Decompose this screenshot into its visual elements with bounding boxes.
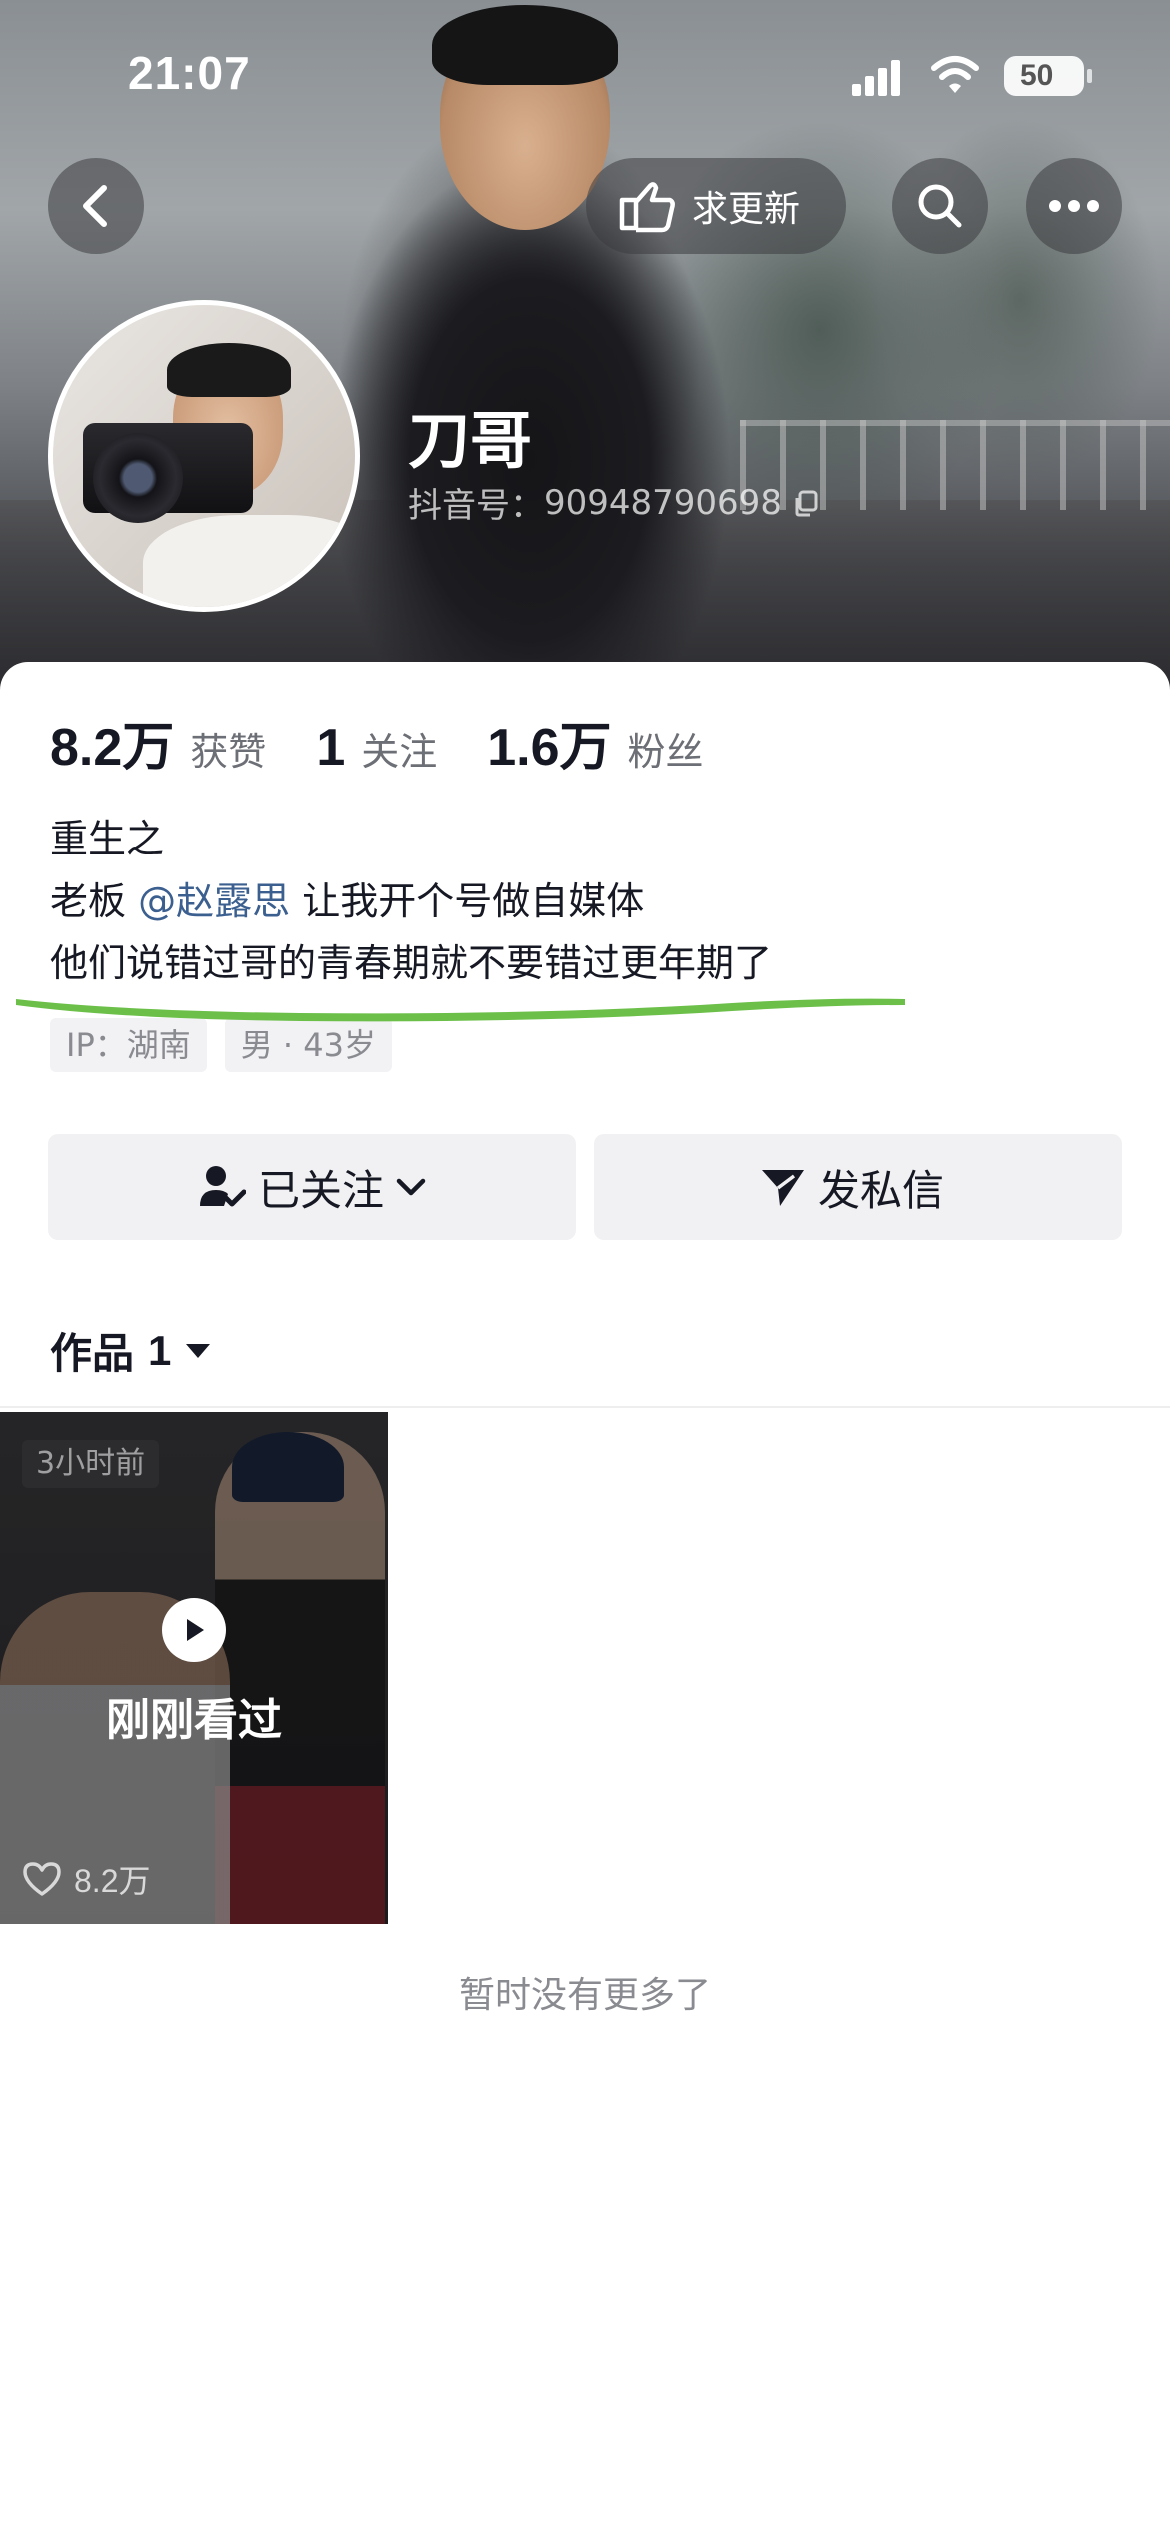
back-arrow-icon: [83, 185, 107, 227]
following-label: 已关注: [257, 1165, 384, 1215]
user-check-icon: [199, 1166, 246, 1207]
stat-followers-label: 粉丝: [627, 730, 704, 774]
banner-hair: [432, 5, 618, 85]
avatar[interactable]: [48, 300, 360, 612]
send-icon: [761, 1170, 804, 1206]
more-icon: [1049, 200, 1099, 212]
stat-followers[interactable]: 1.6万 粉丝: [487, 705, 703, 780]
message-button[interactable]: 发私信: [594, 1134, 1122, 1240]
wifi-icon: [930, 52, 980, 96]
recently-watched-label: 刚刚看过: [106, 1695, 282, 1746]
bio-line-2-prefix: 老板: [50, 879, 139, 923]
request-update-button[interactable]: 求更新: [586, 158, 846, 254]
video-likes-count: 8.2万: [74, 1863, 151, 1899]
works-tab-count: 1: [148, 1326, 172, 1374]
search-button[interactable]: [892, 158, 988, 254]
back-button[interactable]: [48, 158, 144, 254]
underline-annotation: [16, 998, 905, 1022]
request-update-label: 求更新: [692, 189, 801, 230]
bio-line-2-suffix: 让我开个号做自媒体: [290, 879, 645, 923]
stat-likes[interactable]: 8.2万 获赞: [50, 705, 266, 780]
profile-name: 刀哥: [408, 404, 533, 477]
stat-following[interactable]: 1 关注: [316, 718, 437, 778]
bio-line-2: 老板 @赵露思 让我开个号做自媒体: [50, 870, 772, 932]
works-tab-label: 作品: [50, 1329, 135, 1378]
heart-icon: [23, 1862, 61, 1896]
stat-likes-label: 获赞: [190, 730, 267, 774]
stat-following-value: 1: [316, 719, 346, 777]
stat-likes-value: 8.2万: [50, 719, 175, 777]
video-tile[interactable]: 3小时前 刚刚看过 8.2万: [0, 1412, 388, 1924]
douyin-id-row[interactable]: 抖音号： 90948790698: [408, 478, 820, 527]
douyin-id-value: 90948790698: [544, 482, 782, 523]
message-label: 发私信: [817, 1165, 944, 1215]
caret-down-icon[interactable]: [185, 1342, 211, 1360]
status-time: 21:07: [128, 47, 251, 99]
bio: 重生之 老板 @赵露思 让我开个号做自媒体 他们说错过哥的青春期就不要错过更年期…: [50, 808, 772, 994]
stat-following-label: 关注: [361, 730, 438, 774]
no-more-content: 暂时没有更多了: [458, 1975, 711, 2016]
chevron-down-icon: [396, 1178, 426, 1196]
bio-line-1: 重生之: [50, 817, 165, 861]
stats-row: 8.2万 获赞 1 关注 1.6万 粉丝: [50, 705, 754, 780]
stat-followers-value: 1.6万: [487, 719, 612, 777]
douyin-id-label: 抖音号：: [408, 486, 544, 526]
hand-pointing-icon: [619, 182, 675, 233]
search-icon: [918, 184, 962, 228]
tab-works[interactable]: 作品 1: [50, 1320, 211, 1381]
following-button[interactable]: 已关注: [48, 1134, 576, 1240]
video-likes: 8.2万: [22, 1856, 151, 1902]
play-icon: [162, 1598, 226, 1662]
bio-mention-link[interactable]: @赵露思: [138, 879, 290, 923]
signal-icon: [852, 60, 904, 96]
more-button[interactable]: [1026, 158, 1122, 254]
battery-indicator: 50: [1004, 56, 1092, 96]
copy-icon[interactable]: [792, 489, 820, 517]
video-time-badge: 3小时前: [22, 1440, 160, 1488]
tab-divider: [0, 1406, 1170, 1408]
